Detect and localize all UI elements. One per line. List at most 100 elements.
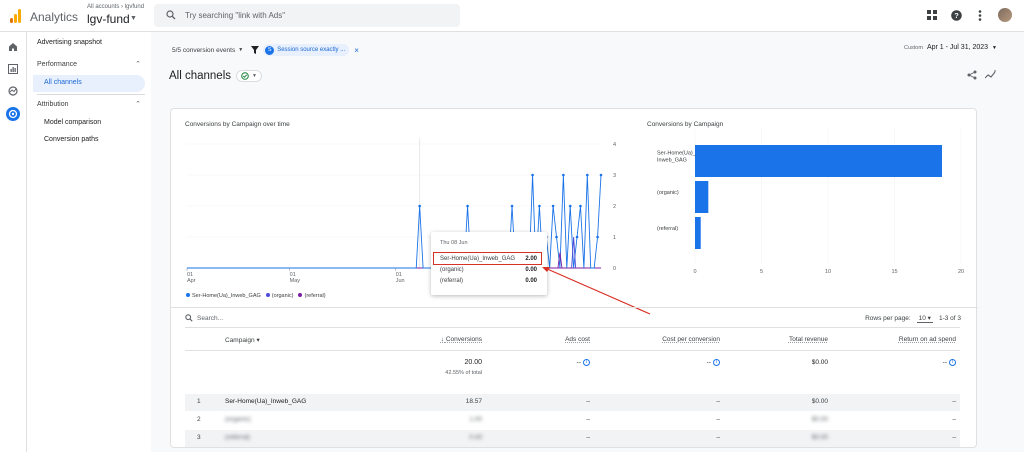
total-conversions-share: 42.55% of total xyxy=(445,370,482,376)
y-tick-label: 2 xyxy=(613,204,616,210)
report-card: Conversions by Campaign over time Conver… xyxy=(170,108,978,449)
tooltip-row: (referral) 0.00 xyxy=(440,278,537,284)
total-ads-cost: -- i xyxy=(577,359,590,366)
table-row[interactable]: 3 (referral) 0.43 – – $0.00 – xyxy=(185,430,960,447)
table-row[interactable]: 2 (organic) 1.00 – – $0.00 – xyxy=(185,412,960,429)
share-icon[interactable] xyxy=(967,70,977,80)
legend-item[interactable]: (organic) xyxy=(265,293,293,299)
x-tick-label: 20 xyxy=(958,269,964,275)
page-title: All channels ▼ xyxy=(169,70,262,82)
search-icon xyxy=(166,10,176,20)
x-tick-label: Apr xyxy=(187,278,196,284)
row-campaign[interactable]: (referral) xyxy=(225,434,250,441)
legend-item[interactable]: (referral) xyxy=(298,293,326,299)
row-roas: – xyxy=(952,416,956,423)
filter-chip[interactable]: S Session source exactly ... xyxy=(263,44,350,56)
row-conversions: 18.57 xyxy=(465,398,482,405)
x-tick-label: 0 xyxy=(693,269,696,275)
row-index: 1 xyxy=(197,398,201,405)
search-box[interactable] xyxy=(154,4,460,27)
reports-icon[interactable] xyxy=(6,62,20,76)
home-icon[interactable] xyxy=(6,40,20,54)
col-header-ads-cost[interactable]: Ads cost xyxy=(565,336,590,343)
tooltip-row: (organic) 0.00 xyxy=(440,267,537,273)
bar-chart[interactable]: 0 5 10 15 20 Ser-Home(Ua)_Inweb_GAG (organic) (… xyxy=(631,109,971,293)
nav-item-all-channels[interactable]: All channels xyxy=(33,75,145,92)
row-revenue: $0.00 xyxy=(811,416,828,423)
y-tick-label: 3 xyxy=(613,173,616,179)
account-breadcrumb[interactable]: All accounts › lgvfund xyxy=(87,4,144,10)
date-range-value: Apr 1 - Jul 31, 2023 xyxy=(926,44,989,51)
y-tick-label: 1 xyxy=(613,235,616,241)
caret-down-icon: ▼ xyxy=(992,44,997,51)
info-icon[interactable]: i xyxy=(949,359,956,366)
apps-icon[interactable] xyxy=(926,9,938,21)
caret-down-icon[interactable]: ▼ xyxy=(130,15,137,22)
row-roas: – xyxy=(952,398,956,405)
table-header-row: Campaign ▾ ↓ Conversions Ads cost Cost p… xyxy=(185,336,960,346)
chart-tooltip: Thu 08 Jun Ser-Home(Ua)_Inweb_GAG 2.00 (o… xyxy=(431,232,547,295)
row-index: 2 xyxy=(197,416,201,423)
total-revenue: $0.00 xyxy=(811,359,828,366)
analytics-logo[interactable] xyxy=(10,9,22,23)
chevron-up-icon[interactable]: ⌃ xyxy=(135,100,141,108)
search-input[interactable] xyxy=(185,4,445,27)
more-vert-icon[interactable] xyxy=(974,9,986,21)
chevron-up-icon[interactable]: ⌃ xyxy=(135,60,141,68)
check-circle-icon xyxy=(241,72,249,80)
row-cpc: – xyxy=(716,398,720,405)
account-selector[interactable]: lgv-fund xyxy=(87,12,130,26)
table-row[interactable]: 1 Ser-Home(Ua)_Inweb_GAG 18.57 – – $0.00… xyxy=(185,394,960,411)
table-search-placeholder: Search... xyxy=(197,314,224,322)
totals-row: 20.00 42.55% of total -- i -- i $0.00 -- i xyxy=(185,359,960,379)
bar-label: (organic) xyxy=(657,190,679,196)
nav-section-performance[interactable]: Performance xyxy=(37,61,77,68)
data-point xyxy=(568,204,572,208)
col-header-roas[interactable]: Return on ad spend xyxy=(899,336,956,343)
data-point xyxy=(418,204,421,208)
bar xyxy=(695,181,709,213)
explore-icon[interactable] xyxy=(6,84,20,98)
x-tick-label: 15 xyxy=(891,269,897,275)
data-point xyxy=(562,173,565,177)
row-campaign[interactable]: Ser-Home(Ua)_Inweb_GAG xyxy=(225,398,306,405)
col-header-conversions[interactable]: ↓ Conversions xyxy=(441,336,482,343)
caret-down-icon: ▼ xyxy=(252,73,257,79)
data-point xyxy=(551,204,555,208)
data-quality-badge[interactable]: ▼ xyxy=(236,70,262,82)
caret-down-icon[interactable]: ▼ xyxy=(238,47,243,53)
x-tick-label: 10 xyxy=(825,269,831,275)
rows-per-page-select[interactable]: 10 ▾ xyxy=(916,314,933,323)
tooltip-row: Ser-Home(Ua)_Inweb_GAG 2.00 xyxy=(440,256,537,262)
bar-label: (referral) xyxy=(657,226,678,232)
col-header-cost-per-conversion[interactable]: Cost per conversion xyxy=(662,336,720,343)
row-campaign[interactable]: (organic) xyxy=(225,416,251,423)
row-conversions: 1.00 xyxy=(469,416,482,423)
nav-item-model-comparison[interactable]: Model comparison xyxy=(44,119,101,126)
data-table: Search... Rows per page: 10 ▾ 1-3 of 3 C… xyxy=(171,307,978,449)
table-search[interactable]: Search... xyxy=(185,314,223,322)
date-range-picker[interactable]: Custom Apr 1 - Jul 31, 2023 ▼ xyxy=(904,44,997,51)
avatar[interactable] xyxy=(998,8,1012,22)
nav-section-attribution[interactable]: Attribution xyxy=(37,101,69,108)
nav-item-conversion-paths[interactable]: Conversion paths xyxy=(44,136,98,143)
col-header-campaign[interactable]: Campaign ▾ xyxy=(225,336,260,344)
left-rail xyxy=(0,32,27,452)
nav-advertising-snapshot[interactable]: Advertising snapshot xyxy=(37,39,102,46)
info-icon[interactable]: i xyxy=(713,359,720,366)
insights-icon[interactable] xyxy=(985,70,997,80)
help-icon[interactable]: ? xyxy=(950,9,962,21)
close-icon[interactable]: × xyxy=(354,46,359,55)
bar-label: Inweb_GAG xyxy=(657,158,687,164)
search-icon xyxy=(185,314,193,322)
conversion-events-selector[interactable]: 5/5 conversion events xyxy=(172,47,235,54)
app-title: Analytics xyxy=(30,10,79,24)
row-revenue: $0.00 xyxy=(811,398,828,405)
advertising-icon[interactable] xyxy=(6,107,20,121)
info-icon[interactable]: i xyxy=(583,359,590,366)
total-cpc: -- i xyxy=(707,359,720,366)
col-header-total-revenue[interactable]: Total revenue xyxy=(789,336,828,343)
filter-icon[interactable] xyxy=(251,46,260,54)
legend-item[interactable]: Ser-Home(Ua)_Inweb_GAG xyxy=(186,293,261,299)
line-chart[interactable]: 4321001Apr01May01Jun01Jul xyxy=(171,109,631,293)
